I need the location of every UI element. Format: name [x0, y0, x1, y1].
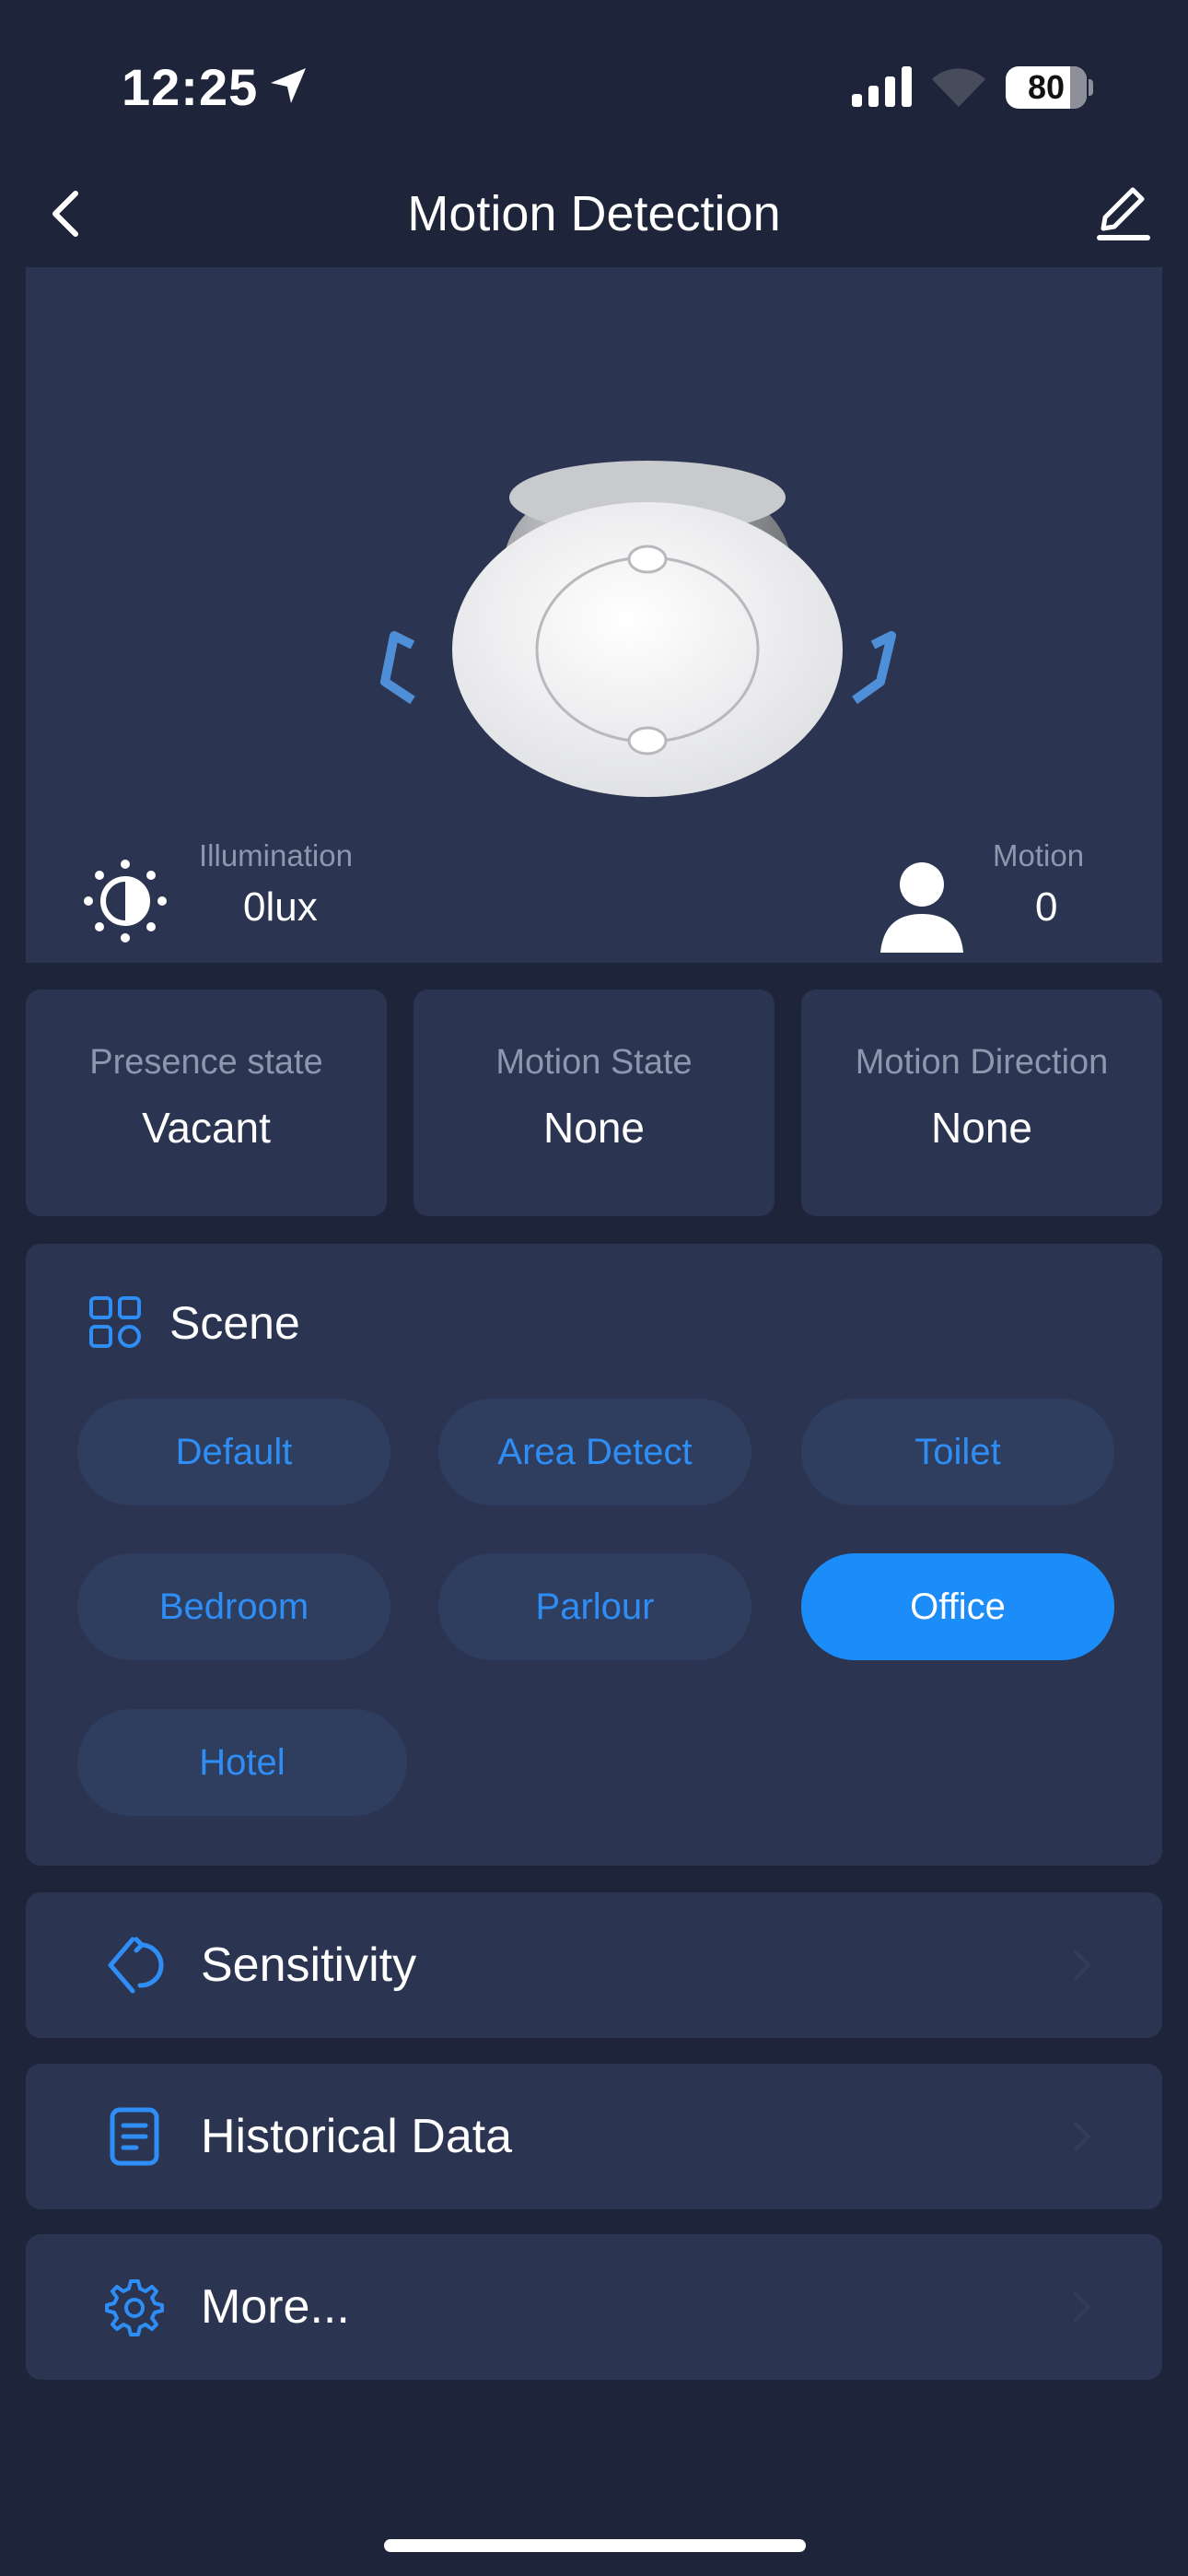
scene-title: Scene — [169, 1297, 300, 1349]
page-title: Motion Detection — [407, 186, 781, 241]
motion-direction-label: Motion Direction — [855, 1043, 1109, 1082]
home-indicator — [384, 2539, 806, 2552]
presence-state-value: Vacant — [142, 1104, 271, 1152]
motion-sensor-image — [380, 461, 896, 797]
sensitivity-label: Sensitivity — [201, 1938, 417, 1992]
location-arrow-icon — [271, 68, 306, 103]
scene-panel: Scene Default Area Detect Toilet Bedroom… — [26, 1244, 1162, 1866]
motion-state-card: Motion State None — [413, 989, 775, 1216]
motion-label: Motion — [993, 838, 1085, 872]
illumination-value: 0lux — [243, 884, 318, 930]
motion-direction-value: None — [931, 1104, 1032, 1152]
back-button[interactable] — [33, 177, 107, 251]
edit-button[interactable] — [1087, 175, 1160, 249]
historical-data-row[interactable]: Historical Data — [26, 2064, 1162, 2209]
battery-level: 80 — [1027, 68, 1066, 106]
gear-icon — [105, 2279, 164, 2336]
illumination-label: Illumination — [199, 838, 353, 872]
chevron-right-icon — [1074, 2292, 1090, 2322]
battery-indicator: 80 — [1006, 66, 1087, 109]
battery-tip — [1089, 79, 1093, 96]
historical-data-label: Historical Data — [201, 2110, 513, 2163]
scene-option-toilet[interactable]: Toilet — [801, 1399, 1114, 1505]
more-label: More... — [201, 2280, 350, 2334]
motion-state-label: Motion State — [495, 1043, 693, 1082]
sensitivity-row[interactable]: Sensitivity — [26, 1892, 1162, 2038]
illumination-icon — [84, 860, 167, 943]
scene-option-area-detect[interactable]: Area Detect — [438, 1399, 751, 1505]
header: Motion Detection — [0, 157, 1188, 267]
cellular-signal-icon — [852, 66, 912, 107]
motion-value: 0 — [1035, 884, 1058, 930]
status-bar: 12:25 80 — [0, 0, 1188, 175]
chevron-right-icon — [1074, 1950, 1090, 1980]
motion-direction-card: Motion Direction None — [801, 989, 1162, 1216]
document-icon — [110, 2107, 159, 2166]
motion-state-value: None — [543, 1104, 645, 1152]
person-icon — [880, 862, 963, 953]
wifi-icon — [932, 68, 985, 107]
scene-option-default[interactable]: Default — [77, 1399, 390, 1505]
scene-option-hotel[interactable]: Hotel — [77, 1709, 407, 1816]
sensitivity-icon — [108, 1937, 164, 1994]
device-panel: Illumination 0lux Motion 0 — [26, 267, 1162, 963]
more-row[interactable]: More... — [26, 2234, 1162, 2380]
chevron-right-icon — [1074, 2122, 1090, 2151]
scene-option-bedroom[interactable]: Bedroom — [77, 1553, 390, 1660]
scene-option-office[interactable]: Office — [801, 1553, 1114, 1660]
presence-state-label: Presence state — [89, 1043, 323, 1082]
presence-state-card: Presence state Vacant — [26, 989, 387, 1216]
scene-option-parlour[interactable]: Parlour — [438, 1553, 751, 1660]
status-time: 12:25 — [122, 58, 259, 116]
scene-grid-icon — [89, 1296, 141, 1348]
